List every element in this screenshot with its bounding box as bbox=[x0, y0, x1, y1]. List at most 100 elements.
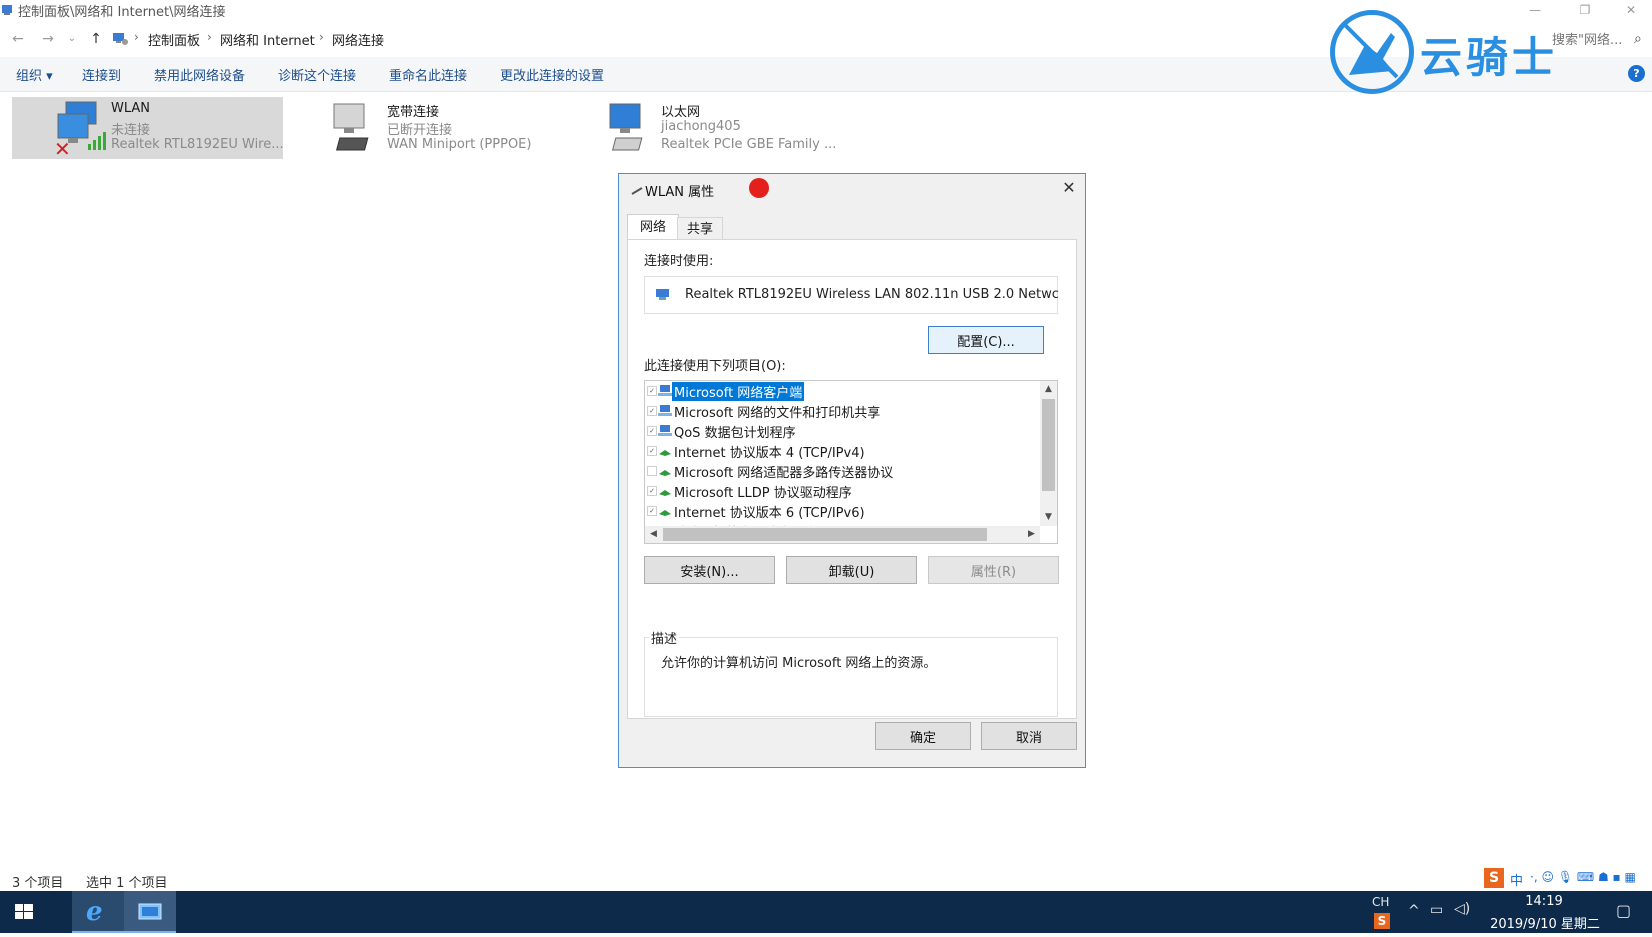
recent-chevron-icon[interactable]: ⌄ bbox=[62, 29, 82, 49]
connection-status: jiachong405 bbox=[661, 119, 741, 134]
item-checkbox[interactable] bbox=[647, 466, 657, 476]
adapter-field: Realtek RTL8192EU Wireless LAN 802.11n U… bbox=[644, 276, 1059, 314]
windows-logo-icon bbox=[15, 904, 33, 919]
connection-item-wlan[interactable]: ✕ WLAN 未连接 Realtek RTL8192EU Wire... bbox=[12, 97, 284, 159]
list-item[interactable]: ✓ Internet 协议版本 6 (TCP/IPv6) bbox=[645, 501, 1025, 521]
scroll-left-icon[interactable]: ◀ bbox=[645, 526, 662, 543]
breadcrumb-separator: › bbox=[319, 30, 324, 44]
svg-text:✕: ✕ bbox=[54, 137, 71, 156]
connection-status: 未连接 bbox=[111, 123, 151, 138]
list-item[interactable]: ✓ QoS 数据包计划程序 bbox=[645, 421, 1025, 441]
description-text: 允许你的计算机访问 Microsoft 网络上的资源。 bbox=[661, 656, 937, 671]
list-item[interactable]: ✓ Microsoft 网络客户端 bbox=[645, 381, 1025, 401]
change-settings-button[interactable]: 更改此连接的设置 bbox=[500, 65, 604, 84]
cancel-button[interactable]: 取消 bbox=[981, 722, 1077, 750]
breadcrumb-separator: › bbox=[134, 30, 139, 44]
ie-taskbar-button[interactable]: e bbox=[72, 891, 124, 933]
connection-name: 宽带连接 bbox=[387, 105, 440, 120]
description-group: 描述 允许你的计算机访问 Microsoft 网络上的资源。 bbox=[644, 628, 1058, 717]
adapter-name: Realtek RTL8192EU Wireless LAN 802.11n U… bbox=[685, 287, 1059, 302]
scroll-up-icon[interactable]: ▲ bbox=[1040, 381, 1057, 398]
vertical-scrollbar[interactable]: ▲ ▼ bbox=[1040, 381, 1057, 526]
volume-icon[interactable]: ◁) bbox=[1454, 901, 1470, 917]
scroll-right-icon[interactable]: ▶ bbox=[1023, 526, 1040, 543]
wlan-properties-dialog: WLAN 属性 ✕ 网络 共享 连接时使用: Realtek RTL8192EU… bbox=[618, 173, 1086, 768]
start-button[interactable] bbox=[0, 891, 48, 933]
network-tab-panel: 连接时使用: Realtek RTL8192EU Wireless LAN 80… bbox=[627, 239, 1077, 719]
breadcrumb-control-panel[interactable]: 控制面板 bbox=[148, 30, 200, 49]
item-label: Microsoft 网络的文件和打印机共享 bbox=[674, 406, 881, 421]
item-checkbox[interactable]: ✓ bbox=[647, 506, 657, 516]
breadcrumb-network-connections[interactable]: 网络连接 bbox=[332, 30, 384, 49]
up-arrow-icon[interactable]: ↑ bbox=[86, 29, 106, 49]
connect-to-button[interactable]: 连接到 bbox=[82, 65, 121, 84]
uninstall-button[interactable]: 卸载(U) bbox=[786, 556, 917, 584]
breadcrumb-separator: › bbox=[207, 30, 212, 44]
item-checkbox[interactable]: ✓ bbox=[647, 426, 657, 436]
close-window-button[interactable]: ✕ bbox=[1608, 0, 1652, 22]
cursor-highlight bbox=[749, 178, 769, 198]
help-icon[interactable]: ? bbox=[1628, 65, 1645, 82]
item-checkbox[interactable]: ✓ bbox=[647, 406, 657, 416]
list-item[interactable]: ✓ Microsoft LLDP 协议驱动程序 bbox=[645, 481, 1025, 501]
connection-status: 已断开连接 bbox=[387, 123, 453, 138]
clock-date[interactable]: 2019/9/10 星期二 bbox=[1480, 913, 1610, 932]
connection-item-ethernet[interactable]: 以太网 jiachong405 Realtek PCIe GBE Family … bbox=[566, 97, 846, 159]
input-language[interactable]: CH bbox=[1372, 895, 1389, 909]
protocol-icon bbox=[659, 450, 671, 456]
minimize-button[interactable]: — bbox=[1512, 0, 1558, 22]
disable-device-button[interactable]: 禁用此网络设备 bbox=[154, 65, 245, 84]
ie-icon: e bbox=[86, 897, 103, 927]
item-checkbox[interactable]: ✓ bbox=[647, 446, 657, 456]
item-count: 3 个项目 bbox=[12, 876, 64, 891]
forward-arrow-icon[interactable]: → bbox=[38, 29, 58, 49]
scroll-down-icon[interactable]: ▼ bbox=[1040, 509, 1057, 526]
items-list[interactable]: ✓ Microsoft 网络客户端 ✓ Microsoft 网络的文件和打印机共… bbox=[644, 380, 1058, 544]
horizontal-scrollbar[interactable]: ◀ ▶ bbox=[645, 526, 1040, 543]
protocol-icon bbox=[659, 490, 671, 496]
organize-menu[interactable]: 组织 ▾ bbox=[16, 65, 53, 84]
horizontal-scroll-thumb[interactable] bbox=[663, 528, 987, 541]
sogou-tray-icon[interactable]: S bbox=[1374, 913, 1390, 929]
install-button[interactable]: 安装(N)... bbox=[644, 556, 775, 584]
list-item[interactable]: ✓ Internet 协议版本 4 (TCP/IPv4) bbox=[645, 441, 1025, 461]
connection-device: WAN Miniport (PPPOE) bbox=[387, 137, 532, 152]
connect-using-label: 连接时使用: bbox=[644, 254, 714, 269]
list-item[interactable]: ✓ Microsoft 网络的文件和打印机共享 bbox=[645, 401, 1025, 421]
search-icon[interactable]: ⌕ bbox=[1634, 31, 1642, 47]
show-hidden-icons-chevron-icon[interactable]: ^ bbox=[1408, 903, 1420, 919]
connection-device: Realtek PCIe GBE Family ... bbox=[661, 137, 837, 152]
rename-button[interactable]: 重命名此连接 bbox=[389, 65, 467, 84]
tab-network[interactable]: 网络 bbox=[627, 214, 679, 241]
configure-button[interactable]: 配置(C)... bbox=[928, 326, 1044, 354]
ime-mode[interactable]: 中 bbox=[1510, 870, 1523, 889]
diagnose-button[interactable]: 诊断这个连接 bbox=[278, 65, 356, 84]
ethernet-adapter-icon bbox=[609, 103, 643, 151]
back-arrow-icon[interactable]: ← bbox=[8, 29, 28, 49]
service-icon bbox=[658, 425, 672, 436]
network-adapter-icon bbox=[656, 289, 669, 300]
ime-toolbar-icons[interactable]: ·, ☺ 🎙 ⌨ ☗ ▪ ▦ bbox=[1530, 870, 1636, 884]
network-tray-icon[interactable]: ▭ bbox=[1430, 902, 1443, 918]
vertical-scroll-thumb[interactable] bbox=[1042, 399, 1055, 491]
item-checkbox[interactable]: ✓ bbox=[647, 486, 657, 496]
selected-count: 选中 1 个项目 bbox=[86, 876, 168, 891]
control-panel-icon bbox=[138, 903, 162, 920]
list-item[interactable]: Microsoft 网络适配器多路传送器协议 bbox=[645, 461, 1025, 481]
action-center-icon[interactable]: ▢ bbox=[1616, 901, 1631, 920]
restore-button[interactable]: ❐ bbox=[1562, 0, 1608, 22]
control-panel-icon bbox=[113, 33, 128, 45]
protocol-icon bbox=[659, 470, 671, 476]
connection-item-broadband[interactable]: 宽带连接 已断开连接 WAN Miniport (PPPOE) bbox=[290, 97, 550, 159]
ok-button[interactable]: 确定 bbox=[875, 722, 971, 750]
dialog-close-button[interactable]: ✕ bbox=[1059, 178, 1079, 198]
item-checkbox[interactable]: ✓ bbox=[647, 386, 657, 396]
status-bar: 3 个项目 选中 1 个项目 S 中 ·, ☺ 🎙 ⌨ ☗ ▪ ▦ bbox=[0, 868, 1652, 891]
sogou-ime-icon[interactable]: S bbox=[1484, 868, 1504, 888]
breadcrumb-network-internet[interactable]: 网络和 Internet bbox=[220, 30, 315, 49]
tab-sharing[interactable]: 共享 bbox=[677, 217, 723, 241]
dialog-title: WLAN 属性 bbox=[645, 185, 715, 200]
clock-time[interactable]: 14:19 bbox=[1514, 894, 1574, 909]
item-properties-button[interactable]: 属性(R) bbox=[928, 556, 1059, 584]
control-panel-taskbar-button[interactable] bbox=[124, 891, 176, 933]
